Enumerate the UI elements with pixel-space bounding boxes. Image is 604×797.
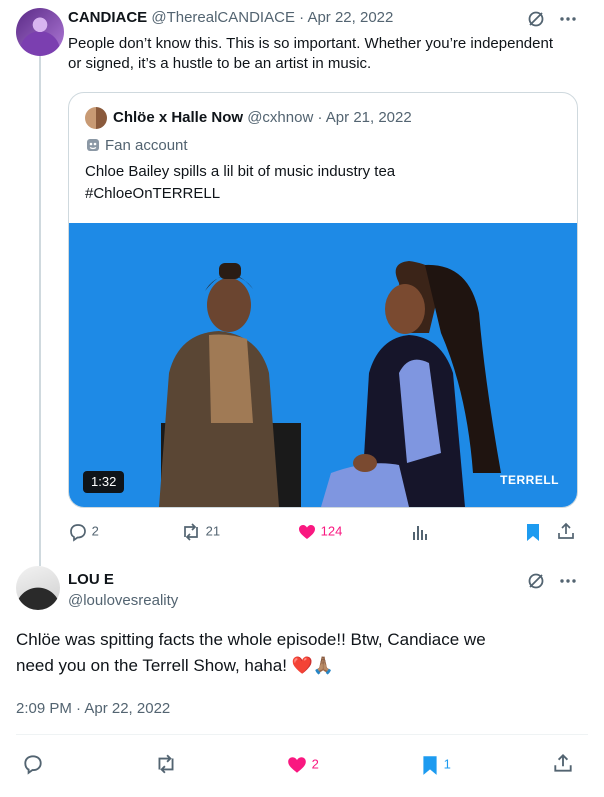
thread-line xyxy=(39,56,41,566)
bookmark-button[interactable]: 1 xyxy=(420,754,451,776)
author-handle[interactable]: @loulovesreality xyxy=(68,591,178,611)
fan-account-icon xyxy=(85,137,101,153)
like-count: 2 xyxy=(311,756,319,772)
author-name[interactable]: LOU E xyxy=(68,570,114,590)
tweet-timestamp[interactable]: 2:09 PM · Apr 22, 2022 xyxy=(16,699,170,719)
more-icon[interactable] xyxy=(558,9,578,29)
video-thumbnail xyxy=(159,261,501,507)
reply-button[interactable] xyxy=(22,753,44,775)
quote-hashtag[interactable]: #ChloeOnTERRELL xyxy=(85,184,220,204)
quote-text-line1: Chloe Bailey spills a lil bit of music i… xyxy=(85,163,396,180)
tweet-text-line1: Chlöe was spitting facts the whole episo… xyxy=(16,630,486,649)
quote-date: · Apr 21, 2022 xyxy=(317,109,412,126)
quote-handle: @cxhnow xyxy=(247,109,314,126)
analytics-icon xyxy=(411,522,429,542)
divider xyxy=(16,734,588,735)
repost-button[interactable]: 21 xyxy=(180,522,220,542)
reply-icon xyxy=(22,753,44,775)
tweet-text: People don’t know this. This is so impor… xyxy=(68,35,553,72)
heart-icon xyxy=(297,522,317,542)
bookmark-button[interactable] xyxy=(524,522,542,542)
reply-count: 2 xyxy=(91,523,99,539)
repost-count: 21 xyxy=(205,523,221,539)
tweet-text-line2: need you on the Terrell Show, haha! ❤️🙏🏽 xyxy=(16,656,334,675)
bookmark-icon xyxy=(524,522,542,542)
fan-account-text: Fan account xyxy=(105,137,188,154)
quoted-tweet[interactable]: Chlöe x Halle Now @cxhnow · Apr 21, 2022… xyxy=(68,92,578,508)
quote-avatar xyxy=(85,107,107,129)
avatar[interactable] xyxy=(16,8,64,56)
author-name-text[interactable]: LOU E xyxy=(68,571,114,588)
fan-account-label: Fan account xyxy=(85,136,188,156)
bookmark-icon xyxy=(420,754,440,776)
reply-button[interactable]: 2 xyxy=(68,522,99,542)
share-button[interactable] xyxy=(556,521,576,541)
video-duration: 1:32 xyxy=(83,471,125,493)
video-watermark: TERRELL xyxy=(500,473,559,487)
analytics-button[interactable] xyxy=(411,522,429,542)
quote-author-name: Chlöe x Halle Now xyxy=(113,109,244,126)
avatar[interactable] xyxy=(16,566,60,610)
heart-icon xyxy=(286,754,308,776)
like-count: 124 xyxy=(320,523,343,539)
like-button[interactable]: 2 xyxy=(286,754,319,776)
bookmark-count: 1 xyxy=(443,756,451,772)
grok-icon[interactable] xyxy=(526,9,546,29)
more-icon[interactable] xyxy=(558,571,578,591)
author-handle[interactable]: @TherealCANDIACE xyxy=(151,9,295,26)
repost-button[interactable] xyxy=(154,753,178,775)
tweet-header: CANDIACE @TherealCANDIACE · Apr 22, 2022 xyxy=(68,8,393,28)
reply-icon xyxy=(68,522,88,542)
share-icon xyxy=(552,752,574,774)
share-icon xyxy=(556,521,576,541)
tweet-date[interactable]: · Apr 22, 2022 xyxy=(299,9,393,26)
repost-icon xyxy=(180,522,202,542)
share-button[interactable] xyxy=(552,752,574,774)
author-name[interactable]: CANDIACE xyxy=(68,9,147,26)
grok-icon[interactable] xyxy=(526,571,546,591)
repost-icon xyxy=(154,753,178,775)
video-media[interactable]: 1:32 TERRELL xyxy=(69,223,577,507)
quote-header: Chlöe x Halle Now @cxhnow · Apr 21, 2022 xyxy=(113,108,412,128)
like-button[interactable]: 124 xyxy=(297,522,342,542)
